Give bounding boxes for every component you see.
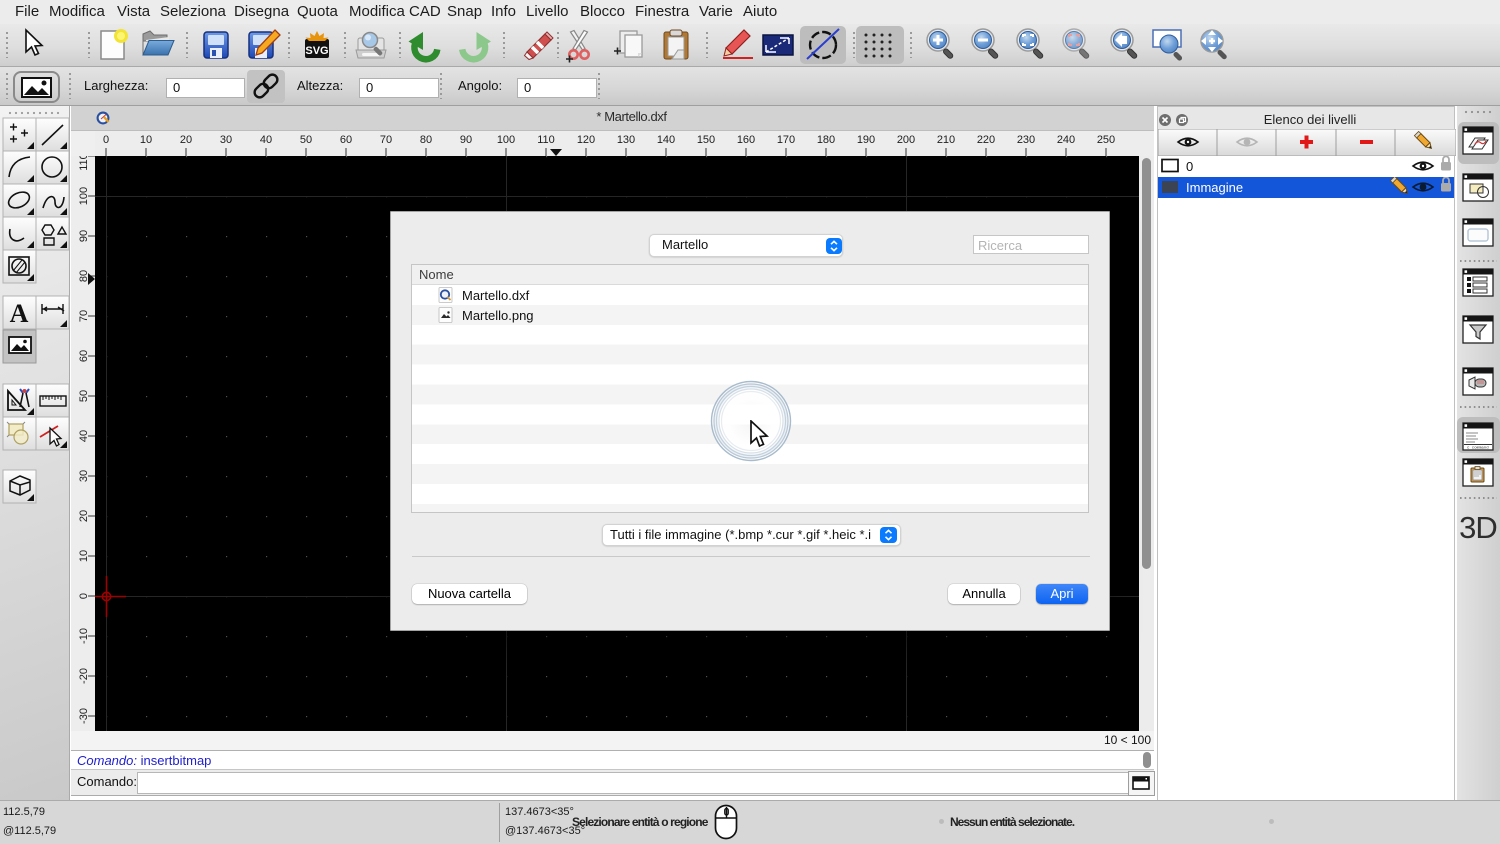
- svg-text:250: 250: [1097, 134, 1115, 146]
- svg-text:160: 160: [737, 134, 755, 146]
- svg-text:200: 200: [897, 134, 915, 146]
- svg-text:A: A: [10, 299, 29, 328]
- svg-text:30: 30: [220, 134, 232, 146]
- svg-text:20: 20: [180, 134, 192, 146]
- svg-text:120: 120: [577, 134, 595, 146]
- svg-text:Immagine: Immagine: [1186, 180, 1243, 195]
- svg-text:140: 140: [657, 134, 675, 146]
- svg-text:c command: c command: [1467, 446, 1489, 451]
- svg-text:50: 50: [300, 134, 312, 146]
- svg-text:Elenco dei livelli: Elenco dei livelli: [1264, 112, 1357, 127]
- svg-text:110: 110: [78, 156, 90, 171]
- svg-text:110: 110: [537, 134, 555, 146]
- svg-text:180: 180: [817, 134, 835, 146]
- svg-text:100: 100: [497, 134, 515, 146]
- svg-text:0: 0: [1186, 159, 1193, 174]
- svg-text:240: 240: [1057, 134, 1075, 146]
- svg-text:220: 220: [977, 134, 995, 146]
- svg-text:70: 70: [380, 134, 392, 146]
- svg-text:210: 210: [937, 134, 955, 146]
- svg-text:80: 80: [420, 134, 432, 146]
- svg-text:90: 90: [460, 134, 472, 146]
- svg-text:150: 150: [697, 134, 715, 146]
- svg-text:40: 40: [260, 134, 272, 146]
- svg-text:190: 190: [857, 134, 875, 146]
- svg-text:10: 10: [140, 134, 152, 146]
- svg-text:60: 60: [340, 134, 352, 146]
- svg-text:3D: 3D: [1459, 510, 1497, 545]
- svg-text:0: 0: [103, 134, 109, 146]
- svg-text:130: 130: [617, 134, 635, 146]
- svg-text:170: 170: [777, 134, 795, 146]
- svg-text:230: 230: [1017, 134, 1035, 146]
- svg-text:SVG: SVG: [305, 45, 328, 57]
